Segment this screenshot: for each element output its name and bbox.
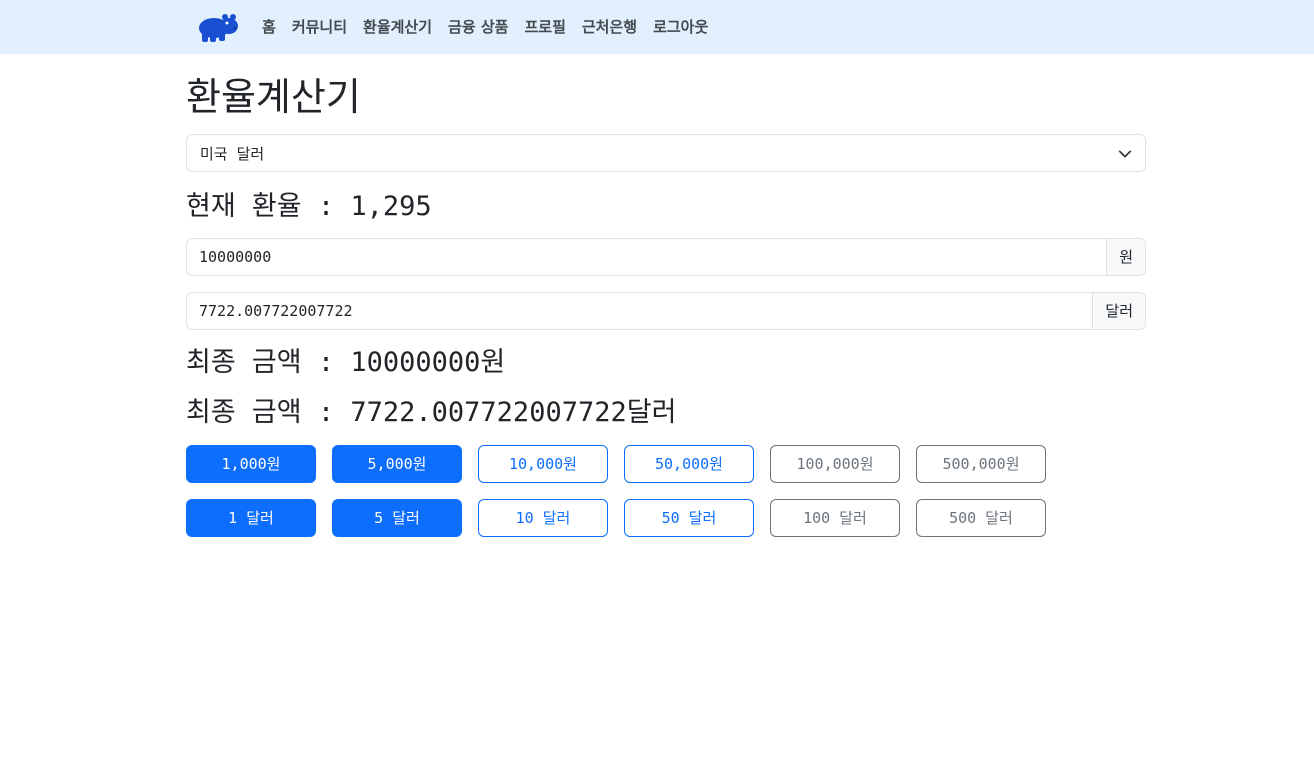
dollar-button-row: 1 달러 5 달러 10 달러 50 달러 100 달러 500 달러: [186, 499, 1046, 537]
won-input-group: 원: [186, 238, 1146, 276]
won-amount-input[interactable]: [186, 238, 1108, 276]
dollar-1-button[interactable]: 1 달러: [186, 499, 316, 537]
won-button-row: 1,000원 5,000원 10,000원 50,000원 100,000원 5…: [186, 445, 1046, 483]
nav-home[interactable]: 홈: [262, 17, 276, 37]
nav-profile[interactable]: 프로필: [524, 17, 565, 37]
won-5000-button[interactable]: 5,000원: [332, 445, 462, 483]
page-title: 환율계산기: [186, 75, 361, 119]
navbar: 홈 커뮤니티 환율계산기 금융 상품 프로필 근처은행 로그아웃: [0, 0, 1314, 54]
nav-financial-products[interactable]: 금융 상품: [448, 17, 508, 37]
chevron-down-icon: [1118, 150, 1132, 158]
dollar-500-button[interactable]: 500 달러: [916, 499, 1046, 537]
dollar-5-button[interactable]: 5 달러: [332, 499, 462, 537]
nav-nearby-bank[interactable]: 근처은행: [582, 17, 637, 37]
dollar-unit-label: 달러: [1093, 292, 1146, 330]
dollar-amount-input[interactable]: [186, 292, 1094, 330]
current-rate: 현재 환율 : 1,295: [186, 191, 432, 222]
nav-exchange-calculator[interactable]: 환율계산기: [363, 17, 432, 37]
nav-logout[interactable]: 로그아웃: [653, 17, 708, 37]
won-unit-label: 원: [1107, 238, 1146, 276]
currency-select[interactable]: 미국 달러: [186, 134, 1146, 172]
dollar-10-button[interactable]: 10 달러: [478, 499, 608, 537]
currency-select-value: 미국 달러: [200, 145, 265, 163]
dollar-50-button[interactable]: 50 달러: [624, 499, 754, 537]
nav-menu: 홈 커뮤니티 환율계산기 금융 상품 프로필 근처은행 로그아웃: [262, 17, 708, 37]
final-amount-won: 최종 금액 : 10000000원: [186, 347, 506, 378]
dollar-input-group: 달러: [186, 292, 1146, 330]
won-500000-button[interactable]: 500,000원: [916, 445, 1046, 483]
won-10000-button[interactable]: 10,000원: [478, 445, 608, 483]
won-50000-button[interactable]: 50,000원: [624, 445, 754, 483]
final-amount-dollar: 최종 금액 : 7722.007722007722달러: [186, 397, 677, 428]
hippo-logo-icon[interactable]: [197, 12, 239, 42]
won-1000-button[interactable]: 1,000원: [186, 445, 316, 483]
won-100000-button[interactable]: 100,000원: [770, 445, 900, 483]
nav-community[interactable]: 커뮤니티: [292, 17, 347, 37]
dollar-100-button[interactable]: 100 달러: [770, 499, 900, 537]
